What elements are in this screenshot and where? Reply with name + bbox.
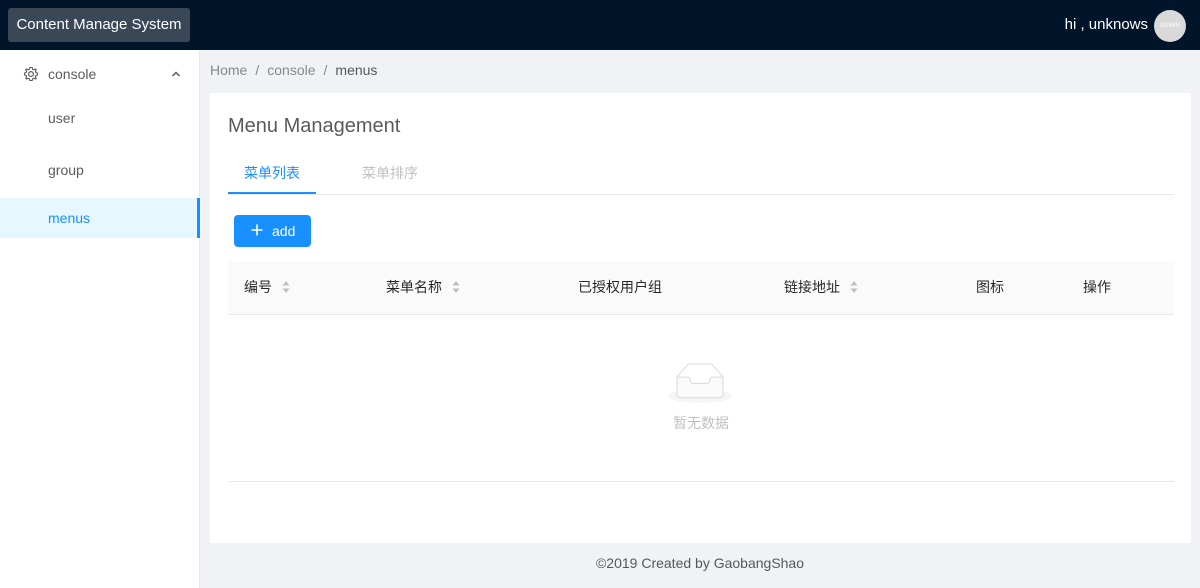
sidebar-group-label: console: [48, 66, 97, 82]
column-header-icon: 图标: [976, 261, 1004, 314]
gear-icon: [23, 66, 39, 82]
column-header-label: 图标: [976, 279, 1004, 295]
table-empty-state: 暂无数据: [228, 315, 1174, 482]
column-header-actions: 操作: [1083, 261, 1111, 314]
breadcrumb-current: menus: [335, 62, 378, 78]
footer-text: ©2019 Created by GaobangShao: [595, 555, 805, 571]
sidebar-item-menus[interactable]: menus: [0, 198, 200, 238]
top-header: Content Manage System hi , unknows ADMIN: [0, 0, 1200, 50]
sidebar-item-group[interactable]: group: [0, 150, 199, 190]
breadcrumb-separator: /: [255, 62, 260, 78]
add-button-label: add: [272, 223, 296, 239]
page-title: Menu Management: [228, 115, 401, 137]
sidebar: console user group menus: [0, 50, 200, 588]
column-header-menu-name[interactable]: 菜单名称: [386, 261, 460, 314]
breadcrumb-separator: /: [323, 62, 328, 78]
user-greeting: hi , unknows: [1064, 16, 1148, 33]
column-header-id[interactable]: 编号: [244, 261, 290, 314]
column-header-user-groups: 已授权用户组: [578, 261, 662, 314]
sort-icon: [452, 280, 460, 293]
add-button[interactable]: add: [234, 215, 311, 247]
tab-menu-list[interactable]: 菜单列表: [228, 155, 316, 194]
sort-icon: [850, 280, 858, 293]
plus-icon: [251, 224, 263, 236]
column-header-link[interactable]: 链接地址: [784, 261, 858, 314]
sidebar-item-user[interactable]: user: [0, 98, 199, 138]
column-header-label: 已授权用户组: [578, 279, 662, 295]
column-header-label: 编号: [244, 279, 272, 295]
sort-icon: [282, 280, 290, 293]
tab-menu-sort[interactable]: 菜单排序: [346, 155, 434, 194]
chevron-up-icon: [171, 71, 181, 77]
column-header-label: 菜单名称: [386, 279, 442, 295]
empty-text: 暂无数据: [673, 415, 729, 431]
app-title-button[interactable]: Content Manage System: [8, 8, 190, 42]
column-header-label: 操作: [1083, 279, 1111, 295]
column-header-label: 链接地址: [784, 279, 840, 295]
table-header: 编号 菜单名称 已授权用户组 链接地址 图标 操作: [228, 261, 1174, 315]
empty-inbox-icon: [668, 363, 732, 403]
breadcrumb-console[interactable]: console: [267, 62, 315, 78]
sidebar-group-console[interactable]: console: [0, 50, 199, 98]
content-card: Menu Management 菜单列表 菜单排序 add 编号 菜单名称 已授…: [210, 93, 1191, 543]
tab-bar: 菜单列表 菜单排序: [228, 155, 1174, 195]
menu-table: 编号 菜单名称 已授权用户组 链接地址 图标 操作 暂无数据: [228, 261, 1174, 482]
breadcrumb-home[interactable]: Home: [210, 62, 247, 78]
user-avatar[interactable]: ADMIN: [1154, 10, 1186, 42]
breadcrumb: Home / console / menus: [210, 60, 377, 80]
